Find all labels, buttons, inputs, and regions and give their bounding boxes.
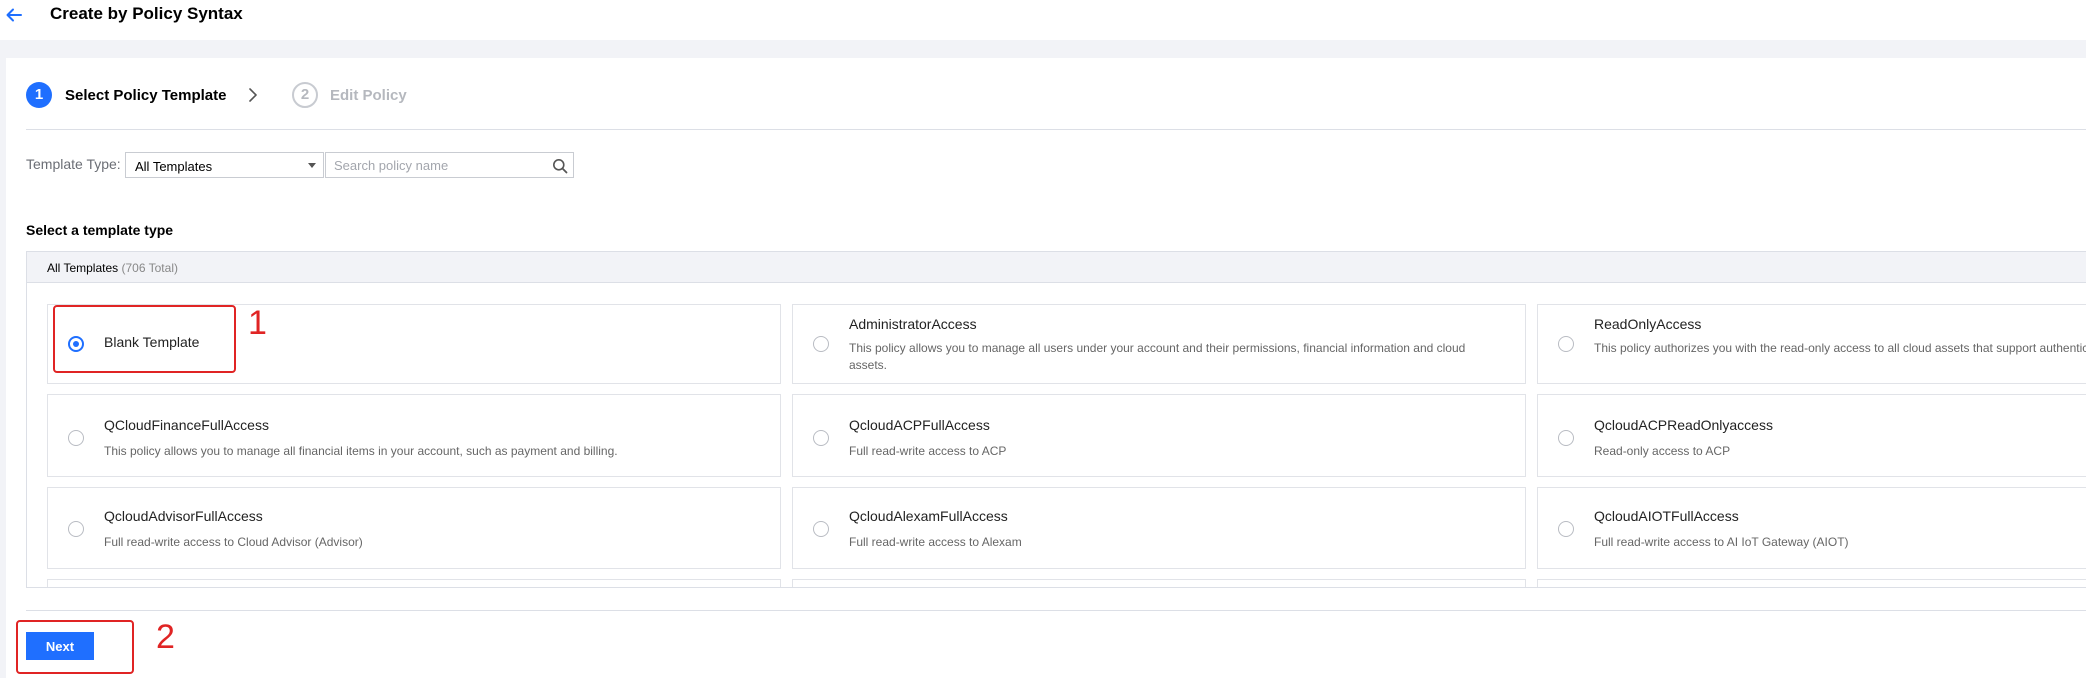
template-description: Full read-write access to Cloud Advisor … [104,535,363,549]
caret-down-icon [308,163,316,168]
page-header [0,0,2086,40]
chevron-right-icon [249,88,257,102]
annotation-box-next [16,620,134,674]
template-title: QcloudACPFullAccess [849,417,990,433]
template-type-label: Template Type: [26,156,121,172]
template-title: QcloudAIOTFullAccess [1594,508,1739,524]
template-title: ReadOnlyAccess [1594,316,1702,332]
template-title: QcloudAdvisorFullAccess [104,508,263,524]
template-radio[interactable] [1558,336,1574,352]
left-gutter [0,58,6,678]
template-panel: All Templates (706 Total) Blank Template… [26,251,2086,588]
template-title: QcloudACPReadOnlyaccess [1594,417,1773,433]
template-title: QcloudAlexamFullAccess [849,508,1008,524]
template-radio[interactable] [1558,521,1574,537]
template-radio[interactable] [1558,430,1574,446]
template-title: QCloudFinanceFullAccess [104,417,269,433]
step-2-label: Edit Policy [330,87,407,104]
template-description: This policy authorizes you with the read… [1594,341,2086,355]
template-description: Read-only access to ACP [1594,444,1731,458]
step-2-indicator: 2 [292,82,318,108]
template-type-select[interactable]: All Templates [125,152,324,178]
template-title: AdministratorAccess [849,316,977,332]
template-card[interactable]: QcloudAIOTFullAccess Full read-write acc… [1537,487,2086,569]
template-description: Full read-write access to ACP [849,444,1007,458]
template-description: Full read-write access to Alexam [849,535,1022,549]
template-card[interactable]: QCloudFinanceFullAccess This policy allo… [47,394,781,477]
annotation-number-1: 1 [248,304,267,342]
header-separator-band [0,40,2086,58]
template-description: This policy allows you to manage all use… [849,341,1466,372]
section-title: Select a template type [26,222,174,238]
annotation-box-blank-template [53,305,236,373]
step-1-label: Select Policy Template [65,87,227,104]
template-card-partial[interactable] [1537,579,2086,587]
footer-divider [26,610,2086,611]
template-radio[interactable] [68,521,84,537]
template-panel-header-text: All Templates (706 Total) [47,261,178,275]
template-card[interactable]: QcloudAlexamFullAccess Full read-write a… [792,487,1526,569]
template-card[interactable]: QcloudACPFullAccess Full read-write acce… [792,394,1526,477]
search-box [325,152,574,178]
all-templates-label: All Templates [47,261,119,275]
steps-divider [26,129,2086,130]
template-card[interactable]: QcloudACPReadOnlyaccess Read-only access… [1537,394,2086,477]
step-1-indicator: 1 [26,82,52,108]
template-radio[interactable] [68,430,84,446]
template-description: This policy allows you to manage all fin… [104,444,618,458]
template-type-select-value: All Templates [135,159,213,174]
template-card[interactable]: ReadOnlyAccess This policy authorizes yo… [1537,304,2086,384]
template-count: (706 Total) [121,261,178,275]
page-title: Create by Policy Syntax [50,4,243,23]
template-panel-header: All Templates (706 Total) [27,252,2086,283]
template-card[interactable]: AdministratorAccess This policy allows y… [792,304,1526,384]
template-radio[interactable] [813,430,829,446]
template-card[interactable]: QcloudAdvisorFullAccess Full read-write … [47,487,781,569]
template-card-partial[interactable] [47,579,781,587]
template-radio[interactable] [813,336,829,352]
template-card-partial[interactable] [792,579,1526,587]
back-arrow-icon[interactable] [5,6,23,24]
search-icon[interactable] [552,158,568,174]
template-radio[interactable] [813,521,829,537]
template-description: Full read-write access to AI IoT Gateway… [1594,535,1849,549]
search-input[interactable] [334,156,534,174]
annotation-number-2: 2 [156,618,175,656]
